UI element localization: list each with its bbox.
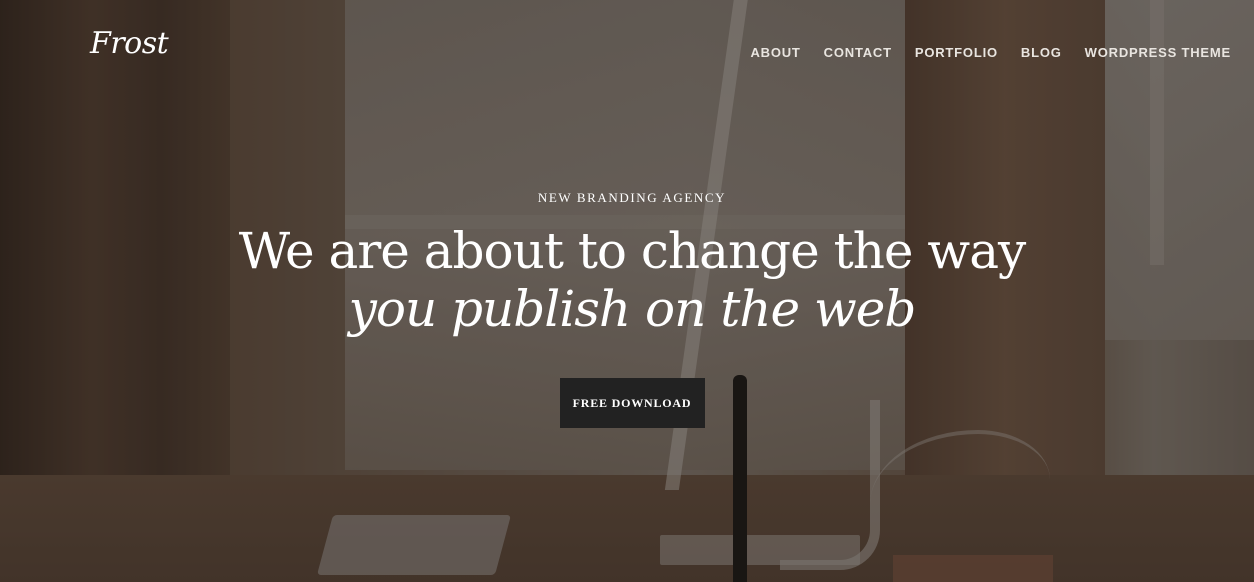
nav-item-contact: CONTACT (824, 44, 892, 62)
nav-item-wordpress-theme: WORDPRESS THEME (1085, 44, 1231, 62)
nav-item-portfolio: PORTFOLIO (915, 44, 998, 62)
hero-headline-line-1: We are about to change the way (238, 222, 1027, 280)
nav-link-about[interactable]: ABOUT (750, 45, 800, 60)
hero-content: NEW BRANDING AGENCY We are about to chan… (0, 190, 1254, 428)
nav-link-blog[interactable]: BLOG (1021, 45, 1062, 60)
hero-headline-line-2: you publish on the web (348, 280, 917, 338)
nav-link-wordpress-theme[interactable]: WORDPRESS THEME (1085, 45, 1231, 60)
hero-section: Frost ABOUT CONTACT PORTFOLIO BLOG WORDP… (0, 0, 1254, 582)
free-download-button[interactable]: FREE DOWNLOAD (559, 378, 705, 428)
main-navigation: ABOUT CONTACT PORTFOLIO BLOG WORDPRESS T… (750, 44, 1231, 62)
nav-link-contact[interactable]: CONTACT (824, 45, 892, 60)
nav-item-about: ABOUT (750, 44, 800, 62)
hero-headline: We are about to change the way you publi… (0, 222, 1254, 338)
nav-link-portfolio[interactable]: PORTFOLIO (915, 45, 998, 60)
site-logo[interactable]: Frost (90, 26, 169, 61)
nav-item-blog: BLOG (1021, 44, 1062, 62)
hero-kicker: NEW BRANDING AGENCY (537, 190, 727, 205)
